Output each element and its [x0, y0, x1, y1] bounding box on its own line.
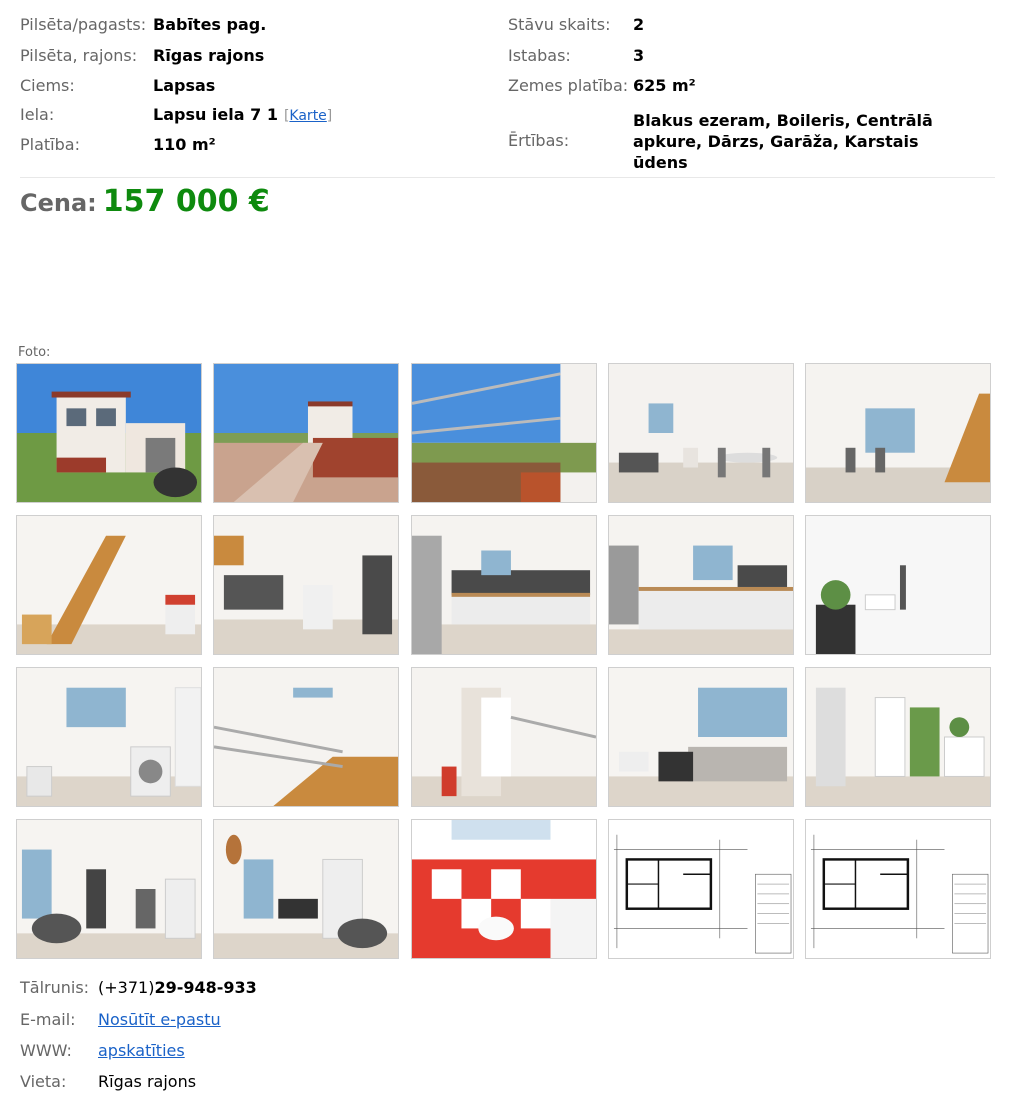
send-email-link[interactable]: Nosūtīt e-pastu: [98, 1010, 221, 1029]
detail-rooms: Istabas: 3: [508, 46, 644, 66]
detail-label: Stāvu skaits:: [508, 15, 611, 34]
detail-value: 625 m²: [633, 76, 696, 95]
detail-city: Pilsēta/pagasts: Babītes pag.: [20, 15, 266, 35]
phone-number: 29-948-933: [154, 978, 257, 997]
detail-district: Pilsēta, rajons: Rīgas rajons: [20, 46, 264, 66]
divider: [20, 177, 995, 178]
map-link-wrapper: [Karte]: [283, 108, 333, 124]
price: Cena: 157 000 €: [20, 184, 270, 219]
price-value: 157 000 €: [102, 184, 270, 219]
contact-email: E-mail: Nosūtīt e-pastu: [20, 1010, 221, 1029]
photo-thumbnail[interactable]: [608, 363, 794, 503]
photos-label: Foto:: [18, 345, 51, 360]
place-label: Vieta:: [20, 1072, 67, 1091]
amenities-value: Blakus ezeram, Boileris, Centrālā apkure…: [633, 111, 933, 172]
photo-thumbnail[interactable]: [805, 819, 991, 959]
detail-value: Babītes pag.: [153, 15, 267, 34]
detail-label: Iela:: [20, 105, 55, 124]
detail-label: Pilsēta/pagasts:: [20, 15, 147, 34]
detail-value: Lapsas: [153, 76, 216, 95]
detail-label: Platība:: [20, 135, 80, 154]
detail-village: Ciems: Lapsas: [20, 76, 215, 96]
www-label: WWW:: [20, 1041, 72, 1060]
detail-area: Platība: 110 m²: [20, 135, 216, 155]
photo-thumbnail[interactable]: [16, 515, 202, 655]
photo-thumbnail[interactable]: [213, 515, 399, 655]
contact-place: Vieta: Rīgas rajons: [20, 1072, 196, 1091]
photo-thumbnail[interactable]: [608, 515, 794, 655]
photo-thumbnail[interactable]: [411, 363, 597, 503]
detail-value: 3: [633, 46, 645, 65]
detail-land-area: Zemes platība: 625 m²: [508, 76, 696, 96]
amenities-label: Ērtības:: [508, 131, 570, 150]
photo-thumbnail[interactable]: [608, 667, 794, 807]
detail-label: Pilsēta, rajons:: [20, 46, 138, 65]
detail-street: Iela: Lapsu iela 7 1 [Karte]: [20, 105, 332, 126]
detail-label: Istabas:: [508, 46, 571, 65]
price-label: Cena:: [20, 189, 97, 217]
phone-prefix: (+371): [98, 978, 155, 997]
photo-thumbnail[interactable]: [16, 363, 202, 503]
photo-thumbnail[interactable]: [411, 667, 597, 807]
detail-value: 2: [633, 15, 645, 34]
photo-thumbnail[interactable]: [805, 515, 991, 655]
detail-value: Lapsu iela 7 1: [153, 105, 278, 124]
www-link[interactable]: apskatīties: [98, 1041, 185, 1060]
photo-thumbnail[interactable]: [411, 515, 597, 655]
photo-thumbnail[interactable]: [213, 667, 399, 807]
photo-thumbnail[interactable]: [805, 363, 991, 503]
detail-value: Rīgas rajons: [153, 46, 265, 65]
detail-value: 110 m²: [153, 135, 216, 154]
photo-gallery: [16, 363, 996, 963]
photo-thumbnail[interactable]: [213, 819, 399, 959]
place-value: Rīgas rajons: [98, 1072, 197, 1091]
photo-thumbnail[interactable]: [16, 667, 202, 807]
contact-phone: Tālrunis: (+371)29-948-933: [20, 978, 257, 997]
photo-thumbnail[interactable]: [805, 667, 991, 807]
email-label: E-mail:: [20, 1010, 76, 1029]
detail-label: Zemes platība:: [508, 76, 629, 95]
photo-thumbnail[interactable]: [608, 819, 794, 959]
detail-floors: Stāvu skaits: 2: [508, 15, 644, 35]
contact-www: WWW: apskatīties: [20, 1041, 185, 1060]
photo-thumbnail[interactable]: [213, 363, 399, 503]
phone-label: Tālrunis:: [20, 978, 90, 997]
detail-label: Ciems:: [20, 76, 75, 95]
map-link[interactable]: Karte: [289, 108, 326, 124]
photo-thumbnail[interactable]: [16, 819, 202, 959]
photo-thumbnail[interactable]: [411, 819, 597, 959]
